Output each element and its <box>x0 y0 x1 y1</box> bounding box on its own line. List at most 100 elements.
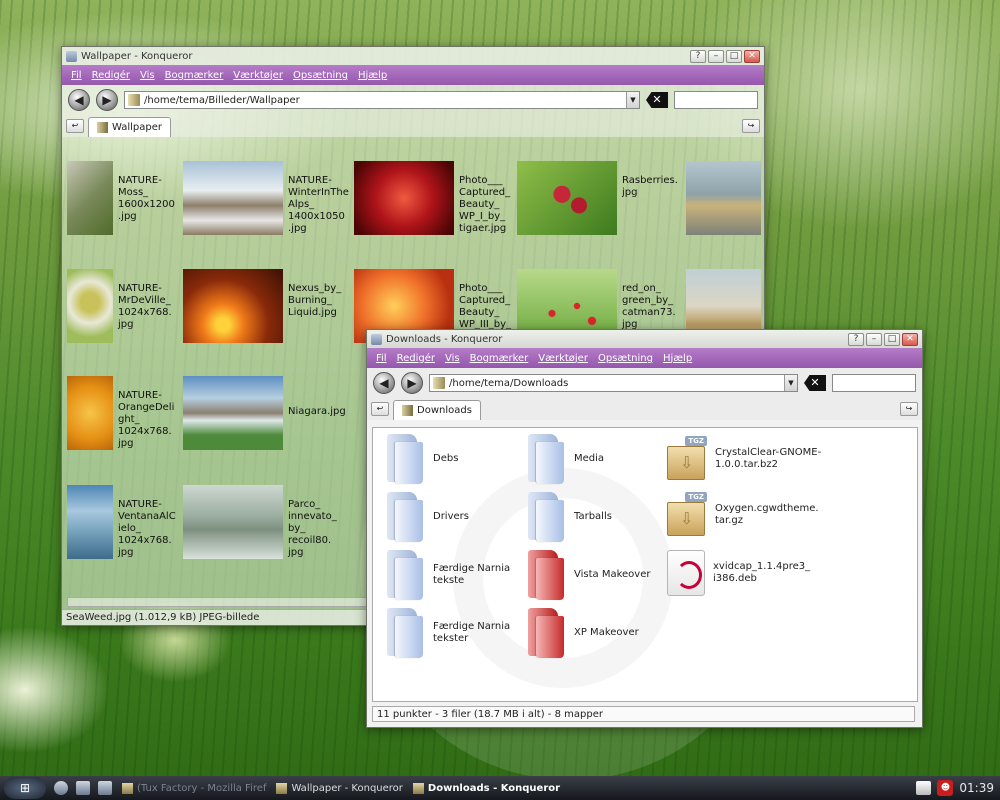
folder-item[interactable]: XP Makeover <box>524 608 639 658</box>
back-arrow-icon[interactable]: ◀ <box>68 89 90 111</box>
menu-view[interactable]: Vis <box>440 353 465 364</box>
tab-bar: ↩ Wallpaper ↪ <box>62 115 764 137</box>
clear-location-icon[interactable]: ✕ <box>804 375 826 391</box>
menu-edit[interactable]: Redigér <box>392 353 440 364</box>
folder-icon <box>383 492 425 542</box>
menu-tools[interactable]: Værktøjer <box>533 353 593 364</box>
folder-item[interactable]: Vista Makeover <box>524 550 650 600</box>
close-tab-button[interactable]: ↪ <box>900 402 918 416</box>
menu-tools[interactable]: Værktøjer <box>228 70 288 81</box>
search-input[interactable] <box>674 91 758 109</box>
tab-wallpaper[interactable]: Wallpaper <box>88 117 172 137</box>
item-label: Færdige Narnia tekste <box>433 563 511 586</box>
menu-view[interactable]: Vis <box>135 70 160 81</box>
sky-thumbnail <box>67 485 113 559</box>
menu-settings[interactable]: Opsætning <box>288 70 353 81</box>
orange-thumbnail <box>67 376 113 450</box>
terminal-icon[interactable] <box>98 781 112 795</box>
folder-item[interactable]: Færdige Narnia tekste <box>383 550 510 600</box>
firefox-icon <box>122 782 133 794</box>
location-bar[interactable]: /home/tema/Downloads ▼ <box>429 374 798 392</box>
location-input[interactable]: /home/tema/Downloads <box>449 378 784 389</box>
folder-item[interactable]: Debs <box>383 434 458 484</box>
menu-bookmarks[interactable]: Bogmærker <box>465 353 534 364</box>
maximize-button[interactable]: □ <box>884 332 900 346</box>
folder-item[interactable]: Færdige Narnia tekster <box>383 608 510 658</box>
start-menu-icon[interactable]: ⊞ <box>4 777 46 799</box>
konqueror-icon <box>412 782 424 794</box>
task-firefox[interactable]: (Tux Factory - Mozilla Firef <box>122 782 266 794</box>
item-label: Vista Makeover <box>574 569 651 580</box>
tab-label: Wallpaper <box>112 122 163 133</box>
menu-edit[interactable]: Redigér <box>87 70 135 81</box>
folder-item[interactable]: Drivers <box>383 492 469 542</box>
downloads-window[interactable]: Downloads - Konqueror ? – □ ✕ Fil Redigé… <box>366 329 923 728</box>
folder-icon <box>524 434 566 484</box>
file-name: NATURE- WinterInThe Alps_ 1400x1050 .jpg <box>288 175 349 234</box>
location-bar[interactable]: /home/tema/Billeder/Wallpaper ▼ <box>124 91 640 109</box>
folder-icon <box>402 405 413 416</box>
forward-arrow-icon[interactable]: ▶ <box>96 89 118 111</box>
chevron-down-icon[interactable]: ▼ <box>784 375 797 391</box>
status-bar: 11 punkter - 3 filer (18.7 MB i alt) - 8… <box>372 706 915 722</box>
folder-icon <box>383 608 425 658</box>
minimize-button[interactable]: – <box>708 49 724 63</box>
task-downloads[interactable]: Downloads - Konqueror <box>412 782 560 794</box>
menu-help[interactable]: Hjælp <box>658 353 697 364</box>
new-tab-button[interactable]: ↩ <box>66 119 84 133</box>
menu-help[interactable]: Hjælp <box>353 70 392 81</box>
folder-item[interactable]: Media <box>524 434 604 484</box>
folder-icon <box>524 492 566 542</box>
file-name: Rasberries. jpg <box>622 175 678 198</box>
close-button[interactable]: ✕ <box>744 49 760 63</box>
item-label: Oxygen.cgwdtheme. tar.gz <box>715 503 819 526</box>
item-label: Færdige Narnia tekster <box>433 621 511 644</box>
file-name: NATURE- Moss_ 1600x1200 .jpg <box>118 175 175 222</box>
task-wallpaper[interactable]: Wallpaper - Konqueror <box>276 782 403 794</box>
menu-file[interactable]: Fil <box>371 353 392 364</box>
menu-file[interactable]: Fil <box>66 70 87 81</box>
clipboard-icon[interactable] <box>916 781 932 795</box>
clear-location-icon[interactable]: ✕ <box>646 92 668 108</box>
chevron-down-icon[interactable]: ▼ <box>626 92 639 108</box>
forward-arrow-icon[interactable]: ▶ <box>401 372 423 394</box>
file-manager-icon[interactable] <box>76 781 90 795</box>
flower-thumbnail <box>67 269 113 343</box>
item-label: xvidcap_1.1.4pre3_ i386.deb <box>713 561 811 584</box>
close-tab-button[interactable]: ↪ <box>742 119 760 133</box>
new-tab-button[interactable]: ↩ <box>371 402 389 416</box>
red-folder-icon <box>524 550 566 600</box>
nav-toolbar: ◀ ▶ /home/tema/Billeder/Wallpaper ▼ ✕ <box>62 85 764 115</box>
menu-settings[interactable]: Opsætning <box>593 353 658 364</box>
tab-downloads[interactable]: Downloads <box>393 400 481 420</box>
folder-item[interactable]: Tarballs <box>524 492 612 542</box>
location-input[interactable]: /home/tema/Billeder/Wallpaper <box>144 95 626 106</box>
file-name: Photo___ Captured_ Beauty_ WP_I_by_ tiga… <box>459 175 511 234</box>
folder-icon <box>383 550 425 600</box>
konqueror-icon <box>276 782 288 794</box>
file-name: red_on_ green_by_ catman73. jpg <box>622 283 676 330</box>
search-input[interactable] <box>832 374 916 392</box>
globe-icon[interactable] <box>54 781 68 795</box>
item-label: Media <box>574 453 605 464</box>
clock[interactable]: 01:39 <box>959 781 994 795</box>
icon-view[interactable]: Debs Media TGZ CrystalClear-GNOME- 1.0.0… <box>372 427 918 702</box>
file-item[interactable]: xvidcap_1.1.4pre3_ i386.deb <box>665 550 810 596</box>
close-button[interactable]: ✕ <box>902 332 918 346</box>
file-item[interactable]: TGZ Oxygen.cgwdtheme. tar.gz <box>665 492 819 538</box>
file-item[interactable]: TGZ CrystalClear-GNOME- 1.0.0.tar.bz2 <box>665 436 821 482</box>
title-bar[interactable]: Wallpaper - Konqueror ? – □ ✕ <box>62 47 764 65</box>
file-name: Parco_ innevato_ by_ recoil80. jpg <box>288 499 337 558</box>
minimize-button[interactable]: – <box>866 332 882 346</box>
item-label: Tarballs <box>574 511 612 522</box>
maximize-button[interactable]: □ <box>726 49 742 63</box>
title-bar[interactable]: Downloads - Konqueror ? – □ ✕ <box>367 330 922 348</box>
back-arrow-icon[interactable]: ◀ <box>373 372 395 394</box>
help-button[interactable]: ? <box>848 332 864 346</box>
menu-bar: Fil Redigér Vis Bogmærker Værktøjer Opsæ… <box>62 65 764 85</box>
help-button[interactable]: ? <box>690 49 706 63</box>
menu-bookmarks[interactable]: Bogmærker <box>160 70 229 81</box>
update-notifier-icon[interactable]: ☻ <box>937 780 954 796</box>
window-title: Downloads - Konqueror <box>386 333 503 345</box>
taskbar: ⊞ (Tux Factory - Mozilla Firef Wallpaper… <box>0 776 1000 800</box>
